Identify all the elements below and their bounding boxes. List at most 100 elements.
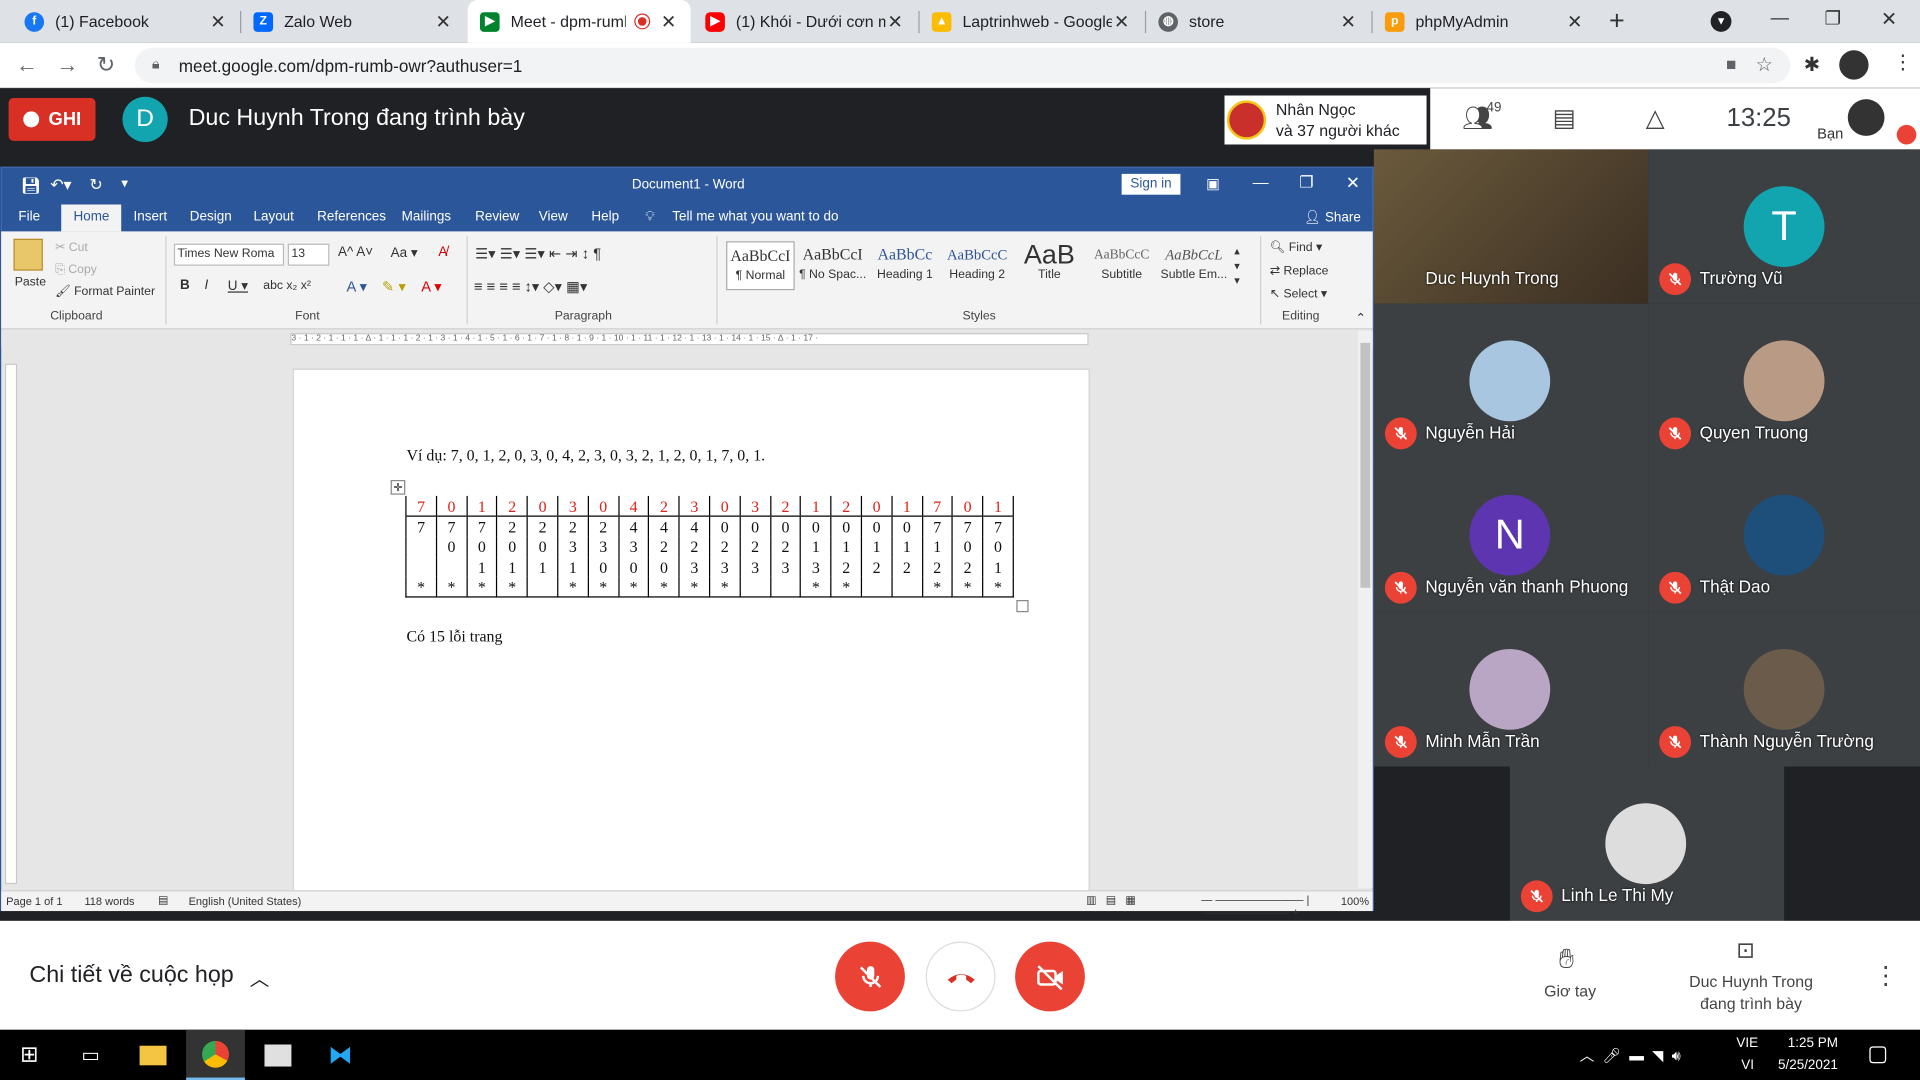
save-icon[interactable]: 💾︎ bbox=[21, 176, 41, 196]
close-icon[interactable]: ✕ bbox=[659, 10, 679, 33]
participant-tile[interactable]: Linh Le Thi My bbox=[1509, 766, 1785, 921]
participant-tile[interactable]: N Nguyễn văn thanh Phuong bbox=[1373, 457, 1649, 613]
participant-tile[interactable]: Duc Huynh Trong bbox=[1373, 149, 1649, 304]
file-explorer-icon[interactable] bbox=[124, 1030, 183, 1080]
participant-tile[interactable]: Minh Mẫn Trần bbox=[1373, 612, 1649, 767]
start-icon[interactable]: ⊞ bbox=[0, 1030, 59, 1080]
chevron-up-icon[interactable]: ︿ bbox=[250, 962, 270, 991]
clear-format-icon[interactable]: A̸ bbox=[438, 245, 447, 260]
forward-icon[interactable]: → bbox=[56, 53, 78, 79]
style-normal[interactable]: AaBbCcI ¶ Normal bbox=[726, 241, 795, 291]
styles-scroll-icon[interactable]: ▴ ▾ ▾ bbox=[1234, 244, 1240, 288]
participant-tile[interactable]: Thành Nguyễn Trường bbox=[1648, 612, 1920, 767]
taskbar-time[interactable]: 1:25 PM bbox=[1788, 1036, 1838, 1051]
input-method[interactable]: VI bbox=[1741, 1058, 1754, 1073]
view-mode-icons[interactable]: ▥ ▤ ▦ bbox=[1086, 894, 1136, 907]
close-icon[interactable]: ✕ bbox=[208, 10, 228, 33]
browser-tab[interactable]: ▲ Laptrinhweb - Google ✕ bbox=[920, 0, 1144, 43]
replace-button[interactable]: ⇄ Replace bbox=[1270, 264, 1329, 277]
style-heading-1[interactable]: AaBbCc Heading 1 bbox=[871, 241, 940, 290]
grow-font-icon[interactable]: A^ A˅ bbox=[338, 245, 373, 260]
redo-icon[interactable]: ↻ bbox=[89, 175, 102, 195]
customize-icon[interactable]: ▾ bbox=[121, 175, 128, 191]
font-color-icon[interactable]: A ▾ bbox=[421, 278, 441, 295]
activities-icon[interactable]: △ bbox=[1646, 103, 1665, 134]
browser-tab-active[interactable]: ▶ Meet - dpm-rumb ✕ bbox=[467, 0, 691, 43]
table-move-handle[interactable]: ✛ bbox=[390, 480, 406, 495]
close-icon[interactable]: ✕ bbox=[1112, 10, 1132, 33]
input-language[interactable]: VIE bbox=[1736, 1036, 1758, 1051]
tab-file[interactable]: File bbox=[18, 209, 40, 224]
participant-tile[interactable]: T Trường Vũ bbox=[1648, 149, 1920, 304]
word-restore-button[interactable]: ❐ bbox=[1299, 173, 1313, 193]
tab-review[interactable]: Review bbox=[475, 209, 519, 224]
menu-icon[interactable]: ⋮ bbox=[1893, 50, 1913, 74]
participant-tile[interactable]: Thật Dao bbox=[1648, 457, 1920, 613]
font-name-select[interactable]: Times New Roma bbox=[173, 243, 285, 266]
collapse-ribbon-icon[interactable]: ⌃ bbox=[1356, 312, 1366, 325]
chat-icon[interactable]: ▤ bbox=[1553, 103, 1576, 134]
tell-me-input[interactable]: Tell me what you want to do bbox=[672, 209, 838, 224]
more-options-icon[interactable]: ⋮ bbox=[1873, 960, 1897, 991]
browser-tab[interactable]: Z Zalo Web ✕ bbox=[241, 0, 465, 43]
italic-icon[interactable]: I bbox=[204, 278, 208, 293]
raise-hand-button[interactable]: Giơ tay bbox=[1544, 982, 1596, 1000]
present-icon[interactable]: ⊡ bbox=[1736, 938, 1754, 964]
close-window-button[interactable]: ✕ bbox=[1881, 7, 1897, 31]
tab-layout[interactable]: Layout bbox=[253, 209, 293, 224]
chrome-icon[interactable] bbox=[186, 1029, 245, 1080]
camera-off-button[interactable] bbox=[1015, 941, 1085, 1012]
participant-tile[interactable]: Quyen Truong bbox=[1648, 303, 1920, 458]
undo-icon[interactable]: ↶▾ bbox=[50, 175, 71, 195]
paste-button[interactable]: Paste bbox=[15, 276, 46, 289]
star-icon[interactable]: ☆ bbox=[1756, 53, 1774, 77]
close-icon[interactable]: ✕ bbox=[1565, 10, 1585, 33]
font-size-select[interactable]: 13 bbox=[287, 243, 330, 266]
style-subtle-emphasis[interactable]: AaBbCcL Subtle Em... bbox=[1160, 241, 1229, 290]
highlight-icon[interactable]: ✎ ▾ bbox=[382, 278, 406, 295]
tab-search-icon[interactable]: ▼ bbox=[1710, 11, 1732, 32]
select-button[interactable]: ↖ Select ▾ bbox=[1270, 288, 1327, 301]
word-minimize-button[interactable]: — bbox=[1253, 173, 1269, 191]
style-subtitle[interactable]: AaBbCcC Subtitle bbox=[1087, 241, 1156, 290]
horizontal-ruler[interactable]: 3 · 1 · 2 · 1 · 1 · 1 · ∆ · 1 · 1 · 1 · … bbox=[290, 333, 1089, 346]
browser-tab[interactable]: ▶ (1) Khói - Dưới cơn m ✕ bbox=[693, 0, 917, 43]
tab-references[interactable]: References bbox=[317, 209, 386, 224]
close-icon[interactable]: ✕ bbox=[433, 10, 453, 33]
tray-icons[interactable]: ︿ 🎤︎ ▬ ◥ 🔊︎ bbox=[1580, 1044, 1681, 1065]
tab-help[interactable]: Help bbox=[591, 209, 619, 224]
new-tab-button[interactable]: + bbox=[1609, 5, 1625, 37]
bold-icon[interactable]: B bbox=[180, 278, 190, 293]
browser-tab[interactable]: p phpMyAdmin ✕ bbox=[1373, 0, 1597, 43]
document-page[interactable]: Ví dụ: 7, 0, 1, 2, 0, 3, 0, 4, 2, 3, 0, … bbox=[292, 368, 1090, 896]
share-button[interactable]: 👤︎ Share bbox=[1304, 209, 1361, 226]
vertical-scrollbar[interactable] bbox=[1357, 330, 1373, 888]
notifications-icon[interactable]: ▢ bbox=[1867, 1041, 1888, 1067]
url-input[interactable]: 🔒︎ meet.google.com/dpm-rumb-owr?authuser… bbox=[134, 47, 1791, 84]
tab-insert[interactable]: Insert bbox=[133, 209, 167, 224]
sign-in-button[interactable]: Sign in bbox=[1121, 173, 1181, 195]
tab-mailings[interactable]: Mailings bbox=[402, 209, 451, 224]
tab-home[interactable]: Home bbox=[61, 204, 122, 232]
proofing-icon[interactable]: ▤ bbox=[158, 894, 168, 907]
profile-avatar[interactable] bbox=[1839, 50, 1869, 80]
camera-icon[interactable]: ■ bbox=[1726, 54, 1736, 74]
leave-call-button[interactable] bbox=[925, 941, 996, 1012]
find-button[interactable]: 🔍︎ Find ▾ bbox=[1270, 241, 1322, 254]
snipping-icon[interactable] bbox=[249, 1030, 308, 1080]
task-view-icon[interactable]: ▭ bbox=[61, 1030, 120, 1080]
style-no-spacing[interactable]: AaBbCcI ¶ No Spac... bbox=[798, 241, 867, 290]
vscode-icon[interactable]: ⧓ bbox=[311, 1030, 370, 1080]
raise-hand-icon[interactable]: ✋︎ bbox=[1559, 943, 1574, 975]
table-resize-handle[interactable] bbox=[1016, 600, 1029, 613]
format-painter-button[interactable]: 🖌︎ Format Painter bbox=[55, 285, 155, 298]
text-effects-icon[interactable]: A ▾ bbox=[347, 278, 367, 295]
style-heading-2[interactable]: AaBbCcC Heading 2 bbox=[943, 241, 1012, 290]
browser-tab[interactable]: f (1) Facebook ✕ bbox=[12, 0, 240, 43]
browser-tab[interactable]: ◍ store ✕ bbox=[1146, 0, 1370, 43]
taskbar-date[interactable]: 5/25/2021 bbox=[1778, 1058, 1838, 1073]
bullets-icon[interactable]: ☰▾ ☰▾ ☰▾ ⇤ ⇥ ↕ ¶ bbox=[475, 245, 601, 262]
mic-off-button[interactable] bbox=[835, 941, 905, 1012]
copy-button[interactable]: ⎘ Copy bbox=[55, 263, 97, 276]
minimize-button[interactable]: — bbox=[1771, 7, 1789, 28]
